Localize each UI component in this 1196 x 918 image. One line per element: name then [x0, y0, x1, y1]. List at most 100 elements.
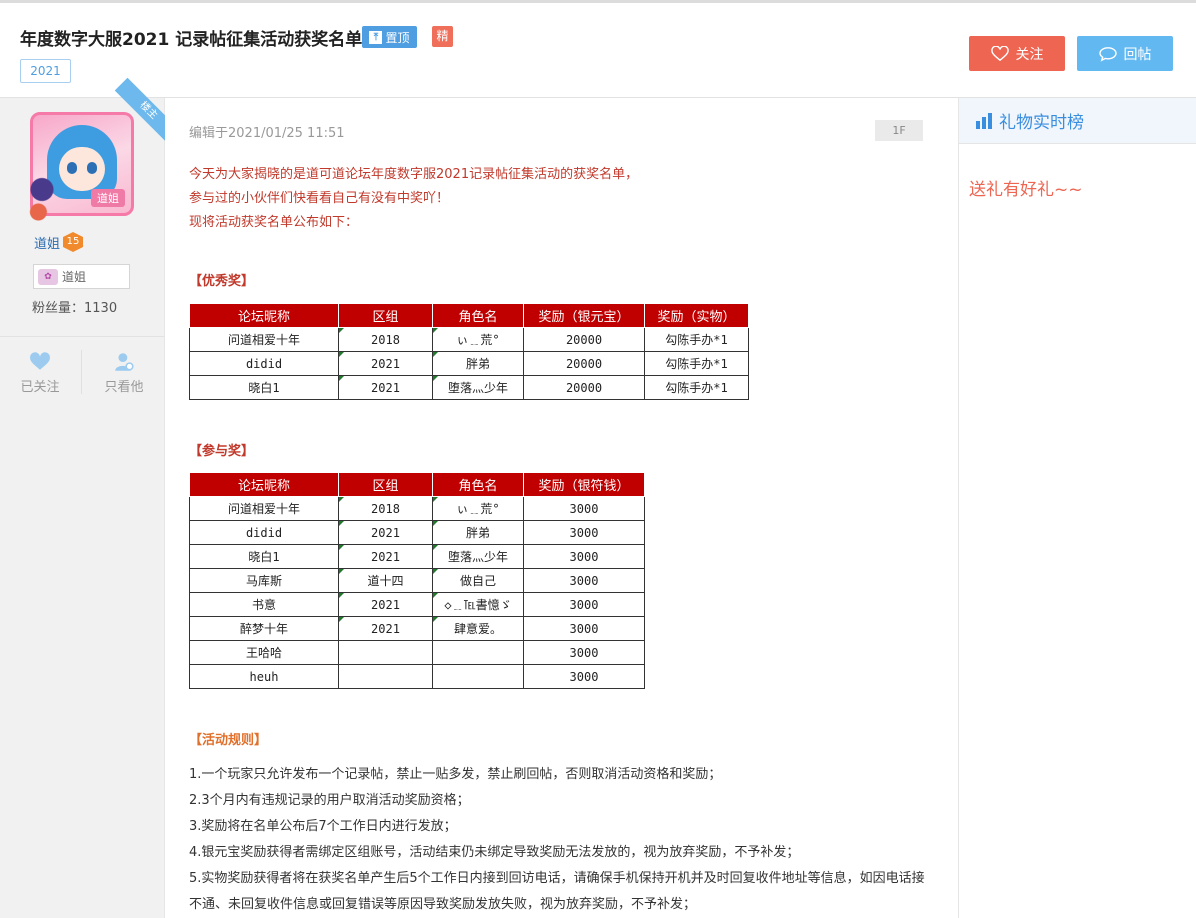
participation-header-cell: 角色名	[432, 472, 524, 497]
table-row: 问道相爱十年 2018 ぃ﹎荒° 20000 勾陈手办*1	[189, 327, 749, 352]
excellent-cell: 20000	[523, 351, 645, 376]
post-header: 年度数字大服2021 记录帖征集活动获奖名单 ⤒ 置顶 精 2021 关注 回帖	[0, 0, 1196, 98]
excellent-cell: didid	[189, 351, 339, 376]
followed-label: 已关注	[20, 380, 60, 395]
excellent-header-cell: 奖励（实物）	[644, 303, 749, 328]
excellent-cell: 勾陈手办*1	[644, 327, 749, 352]
excellent-header-cell: 论坛昵称	[189, 303, 339, 328]
participation-cell	[338, 664, 433, 689]
table-row: 晓白1 2021 堕落灬少年 3000	[189, 544, 645, 569]
table-row: heuh 3000	[189, 664, 645, 689]
pinned-badge: ⤒ 置顶	[362, 26, 417, 48]
title-icon: ✿	[38, 268, 58, 285]
post-tag[interactable]: 2021	[20, 59, 71, 83]
author-name[interactable]: 道姐	[34, 233, 60, 252]
participation-cell	[432, 664, 524, 689]
participation-cell: 2021	[338, 616, 433, 641]
only-him-label: 只看他	[104, 380, 144, 395]
table-row: didid 2021 胖弟 3000	[189, 520, 645, 545]
participation-cell: ◇﹎℡書憶ゞ	[432, 592, 524, 617]
excellent-cell: ぃ﹎荒°	[432, 327, 524, 352]
pin-icon: ⤒	[369, 30, 383, 44]
table-row: 问道相爱十年 2018 ぃ﹎荒° 3000	[189, 496, 645, 521]
heart-icon	[30, 352, 50, 370]
user-eye-icon	[115, 353, 134, 371]
participation-cell: 3000	[523, 616, 645, 641]
table-row: 晓白1 2021 堕落灬少年 20000 勾陈手办*1	[189, 375, 749, 400]
participation-cell: 3000	[523, 496, 645, 521]
excellent-cell: 2021	[338, 351, 433, 376]
participation-header-cell: 区组	[338, 472, 433, 497]
rule-item: 3.奖励将在名单公布后7个工作日内进行发放；	[189, 819, 457, 834]
participation-cell: 3000	[523, 664, 645, 689]
participation-cell	[432, 640, 524, 665]
participation-cell: 做自己	[432, 568, 524, 593]
excellent-cell: 勾陈手办*1	[644, 351, 749, 376]
follow-label: 关注	[1015, 46, 1044, 63]
excellent-cell: 20000	[523, 327, 645, 352]
followed-action[interactable]: 已关注	[0, 352, 80, 395]
participation-cell: 3000	[523, 640, 645, 665]
excellent-cell: 问道相爱十年	[189, 327, 339, 352]
excellent-cell: 2018	[338, 327, 433, 352]
gift-ranking-title: 礼物实时榜	[999, 113, 1084, 133]
excellent-cell: 堕落灬少年	[432, 375, 524, 400]
edit-time: 编辑于2021/01/25 11:51	[189, 126, 345, 141]
intro-line: 现将活动获奖名单公布如下：	[189, 215, 359, 230]
participation-cell: 王哈哈	[189, 640, 339, 665]
avatar-frame-decoration	[24, 172, 60, 222]
table-row: 马库斯 道十四 做自己 3000	[189, 568, 645, 593]
excellent-cell: 勾陈手办*1	[644, 375, 749, 400]
participation-cell: 堕落灬少年	[432, 544, 524, 569]
pinned-label: 置顶	[385, 30, 410, 45]
floor-number: 1F	[875, 120, 923, 141]
excellent-header-cell: 角色名	[432, 303, 524, 328]
participation-cell: 醉梦十年	[189, 616, 339, 641]
intro-line: 今天为大家揭晓的是道可道论坛年度数字服2021记录帖征集活动的获奖名单，	[189, 167, 639, 182]
level-badge: 15	[63, 232, 84, 252]
essence-badge: 精	[432, 26, 453, 47]
participation-cell: 肆意爱。	[432, 616, 524, 641]
follow-button[interactable]: 关注	[969, 36, 1065, 71]
participation-header-cell: 论坛昵称	[189, 472, 339, 497]
excellent-cell: 晓白1	[189, 375, 339, 400]
participation-cell: 2021	[338, 520, 433, 545]
bar-chart-icon	[976, 112, 992, 129]
post-title: 年度数字大服2021 记录帖征集活动获奖名单	[20, 30, 363, 50]
user-title-text: 道姐	[62, 270, 87, 284]
gift-panel: 礼物实时榜 送礼有好礼~~	[958, 98, 1196, 918]
participation-cell: 问道相爱十年	[189, 496, 339, 521]
rule-item: 1.一个玩家只允许发布一个记录帖，禁止一贴多发，禁止刷回帖，否则取消活动资格和奖…	[189, 767, 722, 782]
post-body: 编辑于2021/01/25 11:51 1F 今天为大家揭晓的是道可道论坛年度数…	[165, 98, 958, 918]
participation-cell: 马库斯	[189, 568, 339, 593]
user-title-tag: ✿ 道姐	[33, 264, 130, 289]
table-row: didid 2021 胖弟 20000 勾陈手办*1	[189, 351, 749, 376]
table-row: 醉梦十年 2021 肆意爱。 3000	[189, 616, 645, 641]
participation-cell: didid	[189, 520, 339, 545]
participation-cell: ぃ﹎荒°	[432, 496, 524, 521]
only-him-action[interactable]: 只看他	[84, 352, 164, 395]
participation-cell: 胖弟	[432, 520, 524, 545]
intro-line: 参与过的小伙伴们快看看自己有没有中奖吖！	[189, 191, 450, 206]
excellent-header-cell: 区组	[338, 303, 433, 328]
rule-item: 4.银元宝奖励获得者需绑定区组账号，活动结束仍未绑定导致奖励无法发放的，视为放弃…	[189, 845, 800, 860]
fans-count: 粉丝量：1130	[32, 301, 118, 316]
participation-cell: 道十四	[338, 568, 433, 593]
heart-icon	[990, 45, 1009, 61]
table-row: 书意 2021 ◇﹎℡書憶ゞ 3000	[189, 592, 645, 617]
author-panel: 楼主 道姐 道姐 15 ✿ 道姐 粉丝量：1130 已关注 只看他	[0, 77, 182, 918]
excellent-award-title: 【优秀奖】	[189, 274, 255, 289]
participation-award-table: 论坛昵称 区组 角色名 奖励（银符钱） 问道相爱十年 2018 ぃ﹎荒° 3000 didid…	[189, 472, 645, 689]
participation-cell: 2021	[338, 544, 433, 569]
rules-list: 1.一个玩家只允许发布一个记录帖，禁止一贴多发，禁止刷回帖，否则取消活动资格和奖…	[189, 762, 934, 918]
participation-award-title: 【参与奖】	[189, 444, 255, 459]
excellent-award-table: 论坛昵称 区组 角色名 奖励（银元宝） 奖励（实物） 问道相爱十年 2018 ぃ﹎荒° 200…	[189, 303, 749, 400]
participation-cell	[338, 640, 433, 665]
reply-label: 回帖	[1123, 46, 1152, 63]
author-name-row: 道姐 15	[34, 232, 84, 252]
participation-cell: 3000	[523, 568, 645, 593]
reply-button[interactable]: 回帖	[1077, 36, 1173, 71]
participation-cell: 2021	[338, 592, 433, 617]
participation-cell: heuh	[189, 664, 339, 689]
gift-promo-text: 送礼有好礼~~	[969, 180, 1083, 200]
